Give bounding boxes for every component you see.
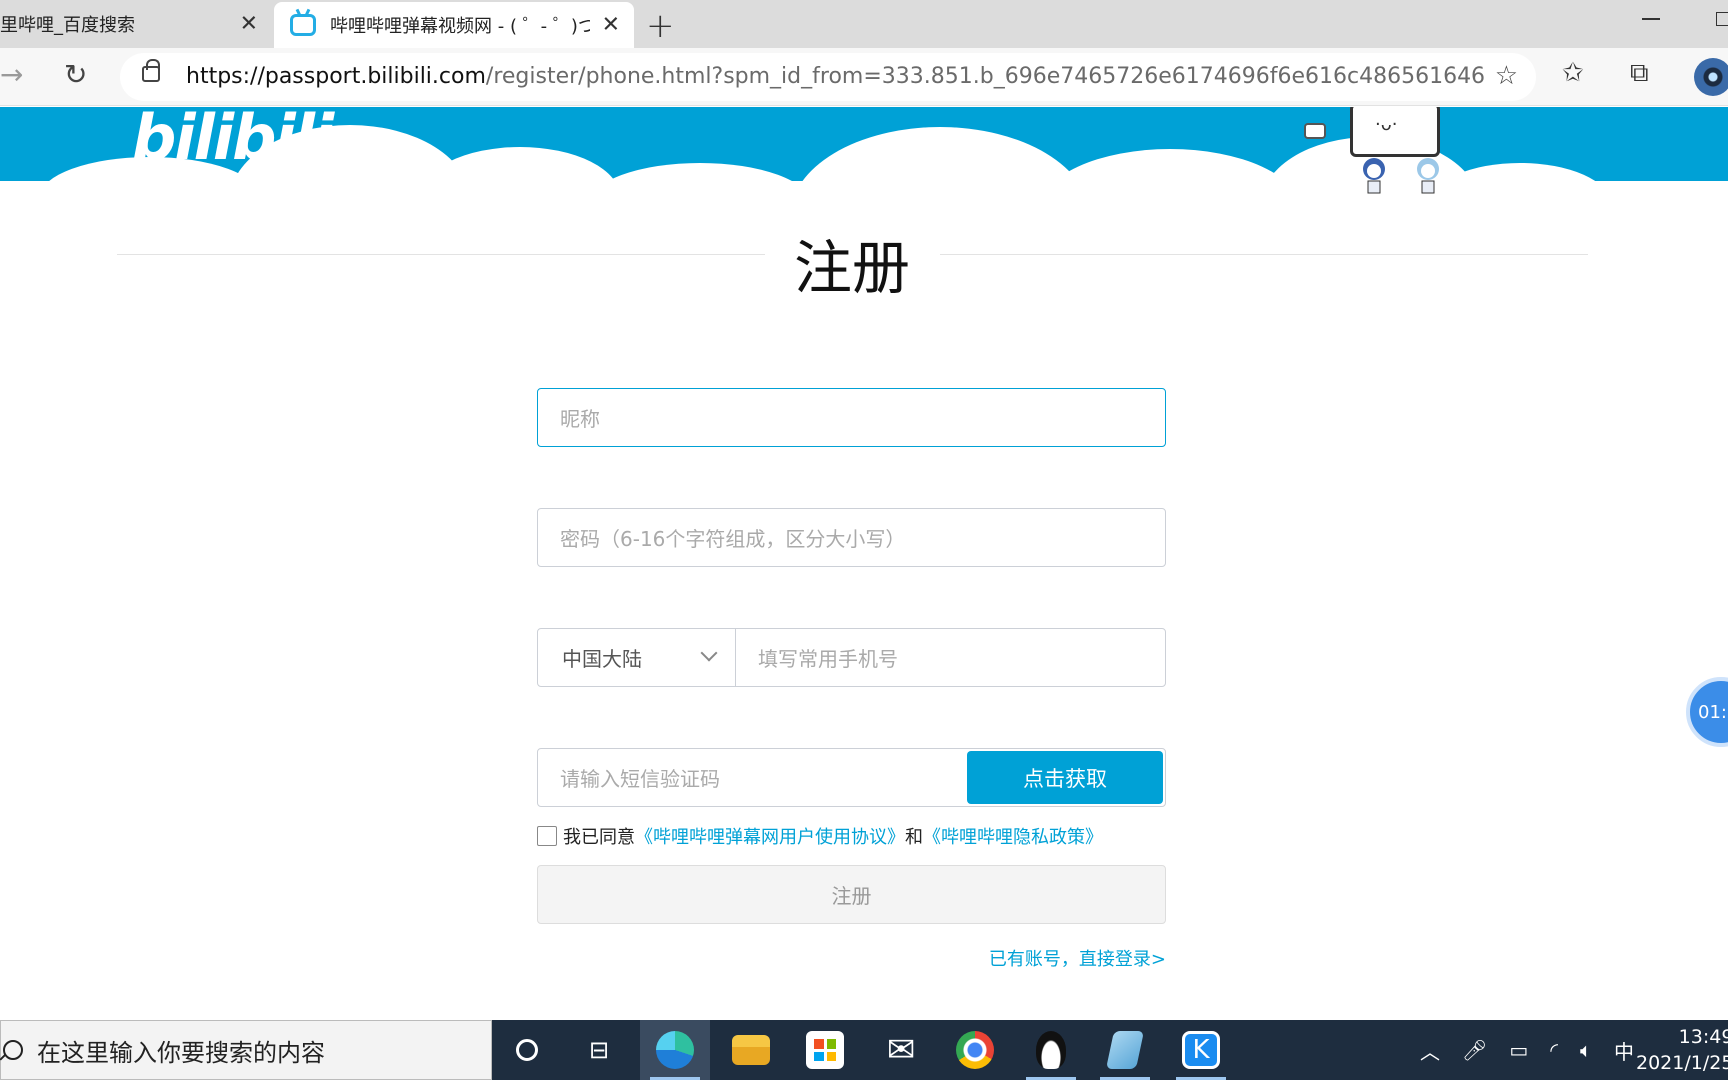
region-select[interactable]: 中国大陆 <box>538 629 736 686</box>
tab-title: 里哔哩_百度搜索 <box>0 15 135 36</box>
register-button[interactable]: 注册 <box>537 865 1166 924</box>
clock-date: 2021/1/25 <box>1636 1052 1728 1074</box>
qq-icon[interactable] <box>1016 1020 1086 1080</box>
privacy-policy-link[interactable]: 《哔哩哔哩隐私政策》 <box>923 823 1103 849</box>
agree-prefix: 我已同意 <box>563 827 635 848</box>
profile-avatar[interactable] <box>1694 58 1728 96</box>
tab-title: 哔哩哔哩弹幕视频网 - ( ゜- ゜)つ <box>330 16 590 37</box>
url-path: /register/phone.html?spm_id_from=333.851… <box>485 64 1486 89</box>
edge-icon[interactable] <box>640 1020 710 1080</box>
close-icon[interactable]: ✕ <box>240 12 258 37</box>
wifi-icon[interactable]: ◜ <box>1550 1038 1558 1062</box>
tab-bilibili[interactable]: 哔哩哔哩弹幕视频网 - ( ゜- ゜)つ ✕ <box>274 2 634 48</box>
url-text[interactable]: https://passport.bilibili.com/register/p… <box>186 64 1486 89</box>
task-view-icon[interactable]: ⊟ <box>564 1020 634 1080</box>
page-title: 注册 <box>793 234 910 302</box>
nickname-placeholder: 昵称 <box>560 407 600 431</box>
clock-time: 13:49 <box>1678 1026 1728 1048</box>
battery-icon[interactable]: ▭ <box>1509 1038 1528 1062</box>
tv-mascot-icon: ·ᴗ· <box>1350 107 1440 157</box>
mail-icon[interactable]: ✉ <box>866 1020 936 1080</box>
add-favorite-icon[interactable]: ☆ <box>1495 61 1518 91</box>
bilibili-favicon-icon <box>290 14 316 36</box>
reload-icon[interactable]: ↻ <box>64 58 87 91</box>
mascot-girl-icon <box>1363 158 1385 194</box>
password-placeholder: 密码（6-16个字符组成，区分大小写） <box>560 527 906 551</box>
agreement-checkbox[interactable] <box>537 826 557 846</box>
clock[interactable]: 13:49 2021/1/25 <box>1636 1024 1728 1076</box>
sms-placeholder: 请输入短信验证码 <box>560 767 720 791</box>
sms-code-input[interactable]: 请输入短信验证码 点击获取 <box>537 748 1166 807</box>
mascot-girl-icon <box>1417 158 1439 194</box>
notepad-icon[interactable] <box>1090 1020 1160 1080</box>
page-content: bilibili ·ᴗ· 注册 昵称 密码（6-16个字符组成，区分大小写） I… <box>0 107 1728 1020</box>
store-icon[interactable] <box>790 1020 860 1080</box>
region-value: 中国大陆 <box>562 647 642 671</box>
new-tab-button[interactable]: + <box>646 6 675 46</box>
user-agreement-link[interactable]: 《哔哩哔哩弹幕网用户使用协议》 <box>635 823 905 849</box>
search-icon <box>3 1040 23 1060</box>
agree-and: 和 <box>905 827 923 848</box>
bilibili-logo[interactable]: bilibili <box>132 107 334 174</box>
close-icon[interactable]: ✕ <box>602 13 620 38</box>
file-explorer-icon[interactable] <box>716 1020 786 1080</box>
taskbar-search-placeholder: 在这里输入你要搜索的内容 <box>37 1038 325 1067</box>
chevron-down-icon <box>700 644 718 662</box>
url-host: https://passport.bilibili.com <box>186 64 486 89</box>
browser-toolbar: → ↻ https://passport.bilibili.com/regist… <box>0 48 1728 106</box>
volume-icon[interactable]: 🔈︎ <box>1580 1038 1592 1062</box>
robot-mascot-icon <box>1304 123 1326 139</box>
minimize-icon[interactable] <box>1642 18 1660 20</box>
login-link[interactable]: 已有账号，直接登录> <box>989 945 1166 971</box>
restore-icon[interactable] <box>1716 12 1728 26</box>
agreement-row: 我已同意 《哔哩哔哩弹幕网用户使用协议》 和 《哔哩哔哩隐私政策》 <box>537 823 1103 849</box>
kugou-icon[interactable]: K <box>1166 1020 1236 1080</box>
windows-taskbar: 在这里输入你要搜索的内容 ⊟ ✉ K ︿ 🎤︎ ▭ ◜ 🔈︎ 中 13:49 2… <box>0 1020 1728 1080</box>
nickname-input[interactable]: 昵称 <box>537 388 1166 447</box>
header-banner: bilibili ·ᴗ· <box>0 107 1728 181</box>
taskbar-search[interactable]: 在这里输入你要搜索的内容 <box>0 1020 492 1080</box>
phone-input[interactable]: 填写常用手机号 <box>736 643 898 672</box>
system-tray: ︿ 🎤︎ ▭ ◜ 🔈︎ 中 <box>1420 1020 1634 1080</box>
tab-baidu-search[interactable]: 里哔哩_百度搜索 ✕ <box>0 0 272 48</box>
chevron-up-icon[interactable]: ︿ <box>1420 1036 1440 1065</box>
lock-icon[interactable] <box>142 59 160 82</box>
chrome-icon[interactable] <box>940 1020 1010 1080</box>
get-sms-code-button[interactable]: 点击获取 <box>967 751 1163 804</box>
microphone-icon[interactable]: 🎤︎ <box>1462 1038 1487 1062</box>
browser-tab-bar: 里哔哩_百度搜索 ✕ 哔哩哔哩弹幕视频网 - ( ゜- ゜)つ ✕ + <box>0 0 1728 48</box>
phone-field: 中国大陆 填写常用手机号 <box>537 628 1166 687</box>
forward-icon[interactable]: → <box>0 58 23 91</box>
favorites-icon[interactable]: ✩ <box>1562 58 1584 88</box>
collections-icon[interactable]: ⧉ <box>1630 58 1649 89</box>
password-input[interactable]: 密码（6-16个字符组成，区分大小写） <box>537 508 1166 567</box>
cortana-icon[interactable] <box>492 1020 562 1080</box>
timer-badge[interactable]: 01:2 <box>1686 677 1728 747</box>
ime-indicator[interactable]: 中 <box>1614 1036 1634 1065</box>
address-bar[interactable]: https://passport.bilibili.com/register/p… <box>120 53 1536 101</box>
